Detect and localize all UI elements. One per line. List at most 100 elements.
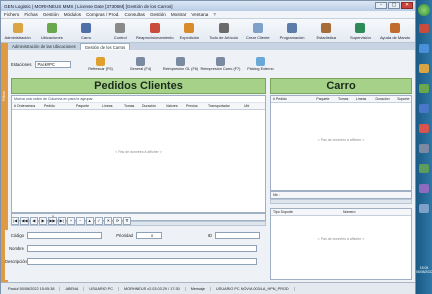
column-header[interactable]: Transportador (206, 104, 242, 108)
taskbar-app-icon[interactable] (419, 124, 429, 133)
soporte-grid[interactable]: Tipo Soporte Número < Pas de données à af… (270, 208, 412, 280)
toolbar-button-1[interactable]: Ubicaciones (37, 23, 66, 42)
taskbar-app-icon[interactable] (419, 144, 429, 153)
column-header[interactable]: Pedido (42, 104, 74, 108)
record-navigator: |◀ ◀◀ ◀ ▶ ▶▶ ▶| + − ▲ ✓ ✕ ⟳ ∇ (11, 217, 132, 226)
column-header[interactable]: Duración (374, 97, 396, 101)
codigo-label: Código (10, 233, 24, 238)
carro-grid[interactable]: # Pedido Paquete Tomas Líneas Duración Soport… (270, 95, 412, 191)
carro-h-scrollbar[interactable] (270, 199, 412, 204)
column-header[interactable]: Líneas (354, 97, 374, 101)
taskbar-clock[interactable]: 15:05 05/08/2022 (416, 266, 432, 274)
nav-button-9[interactable]: ✓ (94, 217, 104, 225)
toolbar-button-label: Todo de Artículo (209, 35, 238, 40)
maximize-button[interactable]: ▢ (388, 2, 400, 9)
estaciones-select[interactable]: Pack#PC (35, 60, 72, 68)
column-header[interactable]: Ubi (242, 104, 254, 108)
column-header[interactable]: # Ordenamos (12, 104, 42, 108)
menu-mostrar[interactable]: Mostrar (171, 12, 187, 17)
nav-button-7[interactable]: − (76, 217, 85, 225)
column-header[interactable]: Soporte (395, 97, 411, 101)
pedidos-grid[interactable]: Mueva una orden de Columna en para le ag… (11, 95, 266, 213)
taskbar-app-icon[interactable] (419, 64, 429, 73)
menu-gestion[interactable]: Gestión (43, 12, 59, 17)
filter-button-label: Picking Externo (247, 67, 274, 71)
taskbar-app-icon[interactable] (419, 44, 429, 53)
descripcion-input[interactable] (27, 258, 257, 265)
close-button[interactable]: ✕ (401, 2, 413, 9)
menu-ventana[interactable]: Ventana (191, 12, 208, 17)
column-header[interactable]: Paquete (314, 97, 336, 101)
taskbar-app-icon[interactable] (419, 204, 429, 213)
nav-button-8[interactable]: ▲ (85, 217, 94, 225)
column-header[interactable]: Número (341, 210, 401, 214)
taskbar-app-icon[interactable] (419, 84, 429, 93)
nav-button-12[interactable]: ∇ (122, 217, 132, 225)
toolbar-button-9[interactable]: Estadística (312, 23, 341, 42)
toolbar-button-7[interactable]: Crear Cliente (243, 23, 272, 42)
refresh-icon (95, 57, 105, 66)
main-window: GEN Logistic | MORHNEUS MMS | License Da… (0, 0, 416, 294)
pedidos-header: Pedidos Clientes (11, 78, 266, 94)
filter-button-3[interactable]: Reimpresión Carro (F7) (201, 57, 240, 71)
filter-button-label: General (F4) (129, 67, 152, 71)
menu-help[interactable]: ? (213, 12, 216, 17)
menu-consultas[interactable]: Consultas (125, 12, 145, 17)
menu-fichas[interactable]: Fichas (24, 12, 38, 17)
nav-button-0[interactable]: |◀ (11, 217, 20, 225)
column-header[interactable]: Valores (164, 104, 184, 108)
filter-button-1[interactable]: General (F4) (121, 57, 159, 71)
id-input[interactable] (215, 232, 260, 239)
tab-carros[interactable]: Gestión de los Carros (79, 43, 131, 50)
nav-button-4[interactable]: ▶▶ (48, 217, 57, 225)
column-header[interactable]: Precios (184, 104, 206, 108)
toolbar-button-10[interactable]: Supervisión (346, 23, 375, 42)
toolbar-button-3[interactable]: Control (106, 23, 135, 42)
status-field-4: Mensaje (186, 286, 212, 291)
column-header[interactable]: Paquete (74, 104, 100, 108)
toolbar-button-6[interactable]: Todo de Artículo (209, 23, 238, 42)
menu-fichero[interactable]: Fichero (4, 12, 19, 17)
taskbar-app-icon[interactable] (419, 184, 429, 193)
nav-button-2[interactable]: ◀ (29, 217, 38, 225)
menu-compras[interactable]: Compras / Prod. (86, 12, 119, 17)
codigo-input[interactable] (27, 232, 102, 239)
prioridad-stepper[interactable]: 0 (136, 232, 162, 239)
cart-icon (81, 23, 91, 33)
start-button[interactable] (418, 4, 430, 16)
filter-button-4[interactable]: Picking Externo (241, 57, 279, 71)
toolbar-button-8[interactable]: Programación (277, 23, 306, 42)
column-header[interactable]: Líneas (100, 104, 122, 108)
column-header[interactable]: Tipo Soporte (271, 210, 341, 214)
soporte-columns: Tipo Soporte Número (271, 209, 411, 216)
toolbar-button-4[interactable]: Reaprovisionamiento (136, 23, 174, 42)
column-header[interactable]: # Pedido (271, 97, 314, 101)
toolbar-button-11[interactable]: Ayuda de Mando (380, 23, 410, 42)
column-header[interactable]: Duración (140, 104, 164, 108)
nav-button-1[interactable]: ◀◀ (20, 217, 29, 225)
status-field-3: MORHNEUS v2.03.03.29 / 17:30 (119, 286, 186, 291)
column-header[interactable]: Tomas (122, 104, 140, 108)
nav-button-11[interactable]: ⟳ (113, 217, 122, 225)
taskbar-app-icon[interactable] (419, 24, 429, 33)
filter-button-2[interactable]: Reimpresión GL (F6) (161, 57, 199, 71)
help-icon (390, 23, 401, 33)
nombre-input[interactable] (27, 245, 257, 252)
taskbar-app-icon[interactable] (419, 164, 429, 173)
estaciones-label: Estaciones (11, 61, 32, 67)
status-field-5: USUARIO PC NOV/A 003/LA_HPN_PROD (211, 286, 295, 291)
menu-gestion-2[interactable]: Gestión (150, 12, 166, 17)
nav-button-5[interactable]: ▶| (57, 217, 66, 225)
tab-ubicaciones[interactable]: Administración de las Ubicaciones (8, 43, 80, 50)
toolbar-button-5[interactable]: Expedición (175, 23, 204, 42)
nav-button-3[interactable]: ▶ (38, 217, 48, 225)
nav-button-10[interactable]: ✕ (104, 217, 113, 225)
filter-button-0[interactable]: Refrescar (F5) (81, 57, 119, 71)
toolbar-button-2[interactable]: Carro (71, 23, 100, 42)
column-header[interactable]: Tomas (336, 97, 354, 101)
nav-button-6[interactable]: + (66, 217, 76, 225)
minimize-button[interactable]: - (375, 2, 387, 9)
taskbar-app-icon[interactable] (419, 104, 429, 113)
toolbar-button-0[interactable]: Administración (3, 23, 32, 42)
menu-modulos[interactable]: Módulos (64, 12, 81, 17)
